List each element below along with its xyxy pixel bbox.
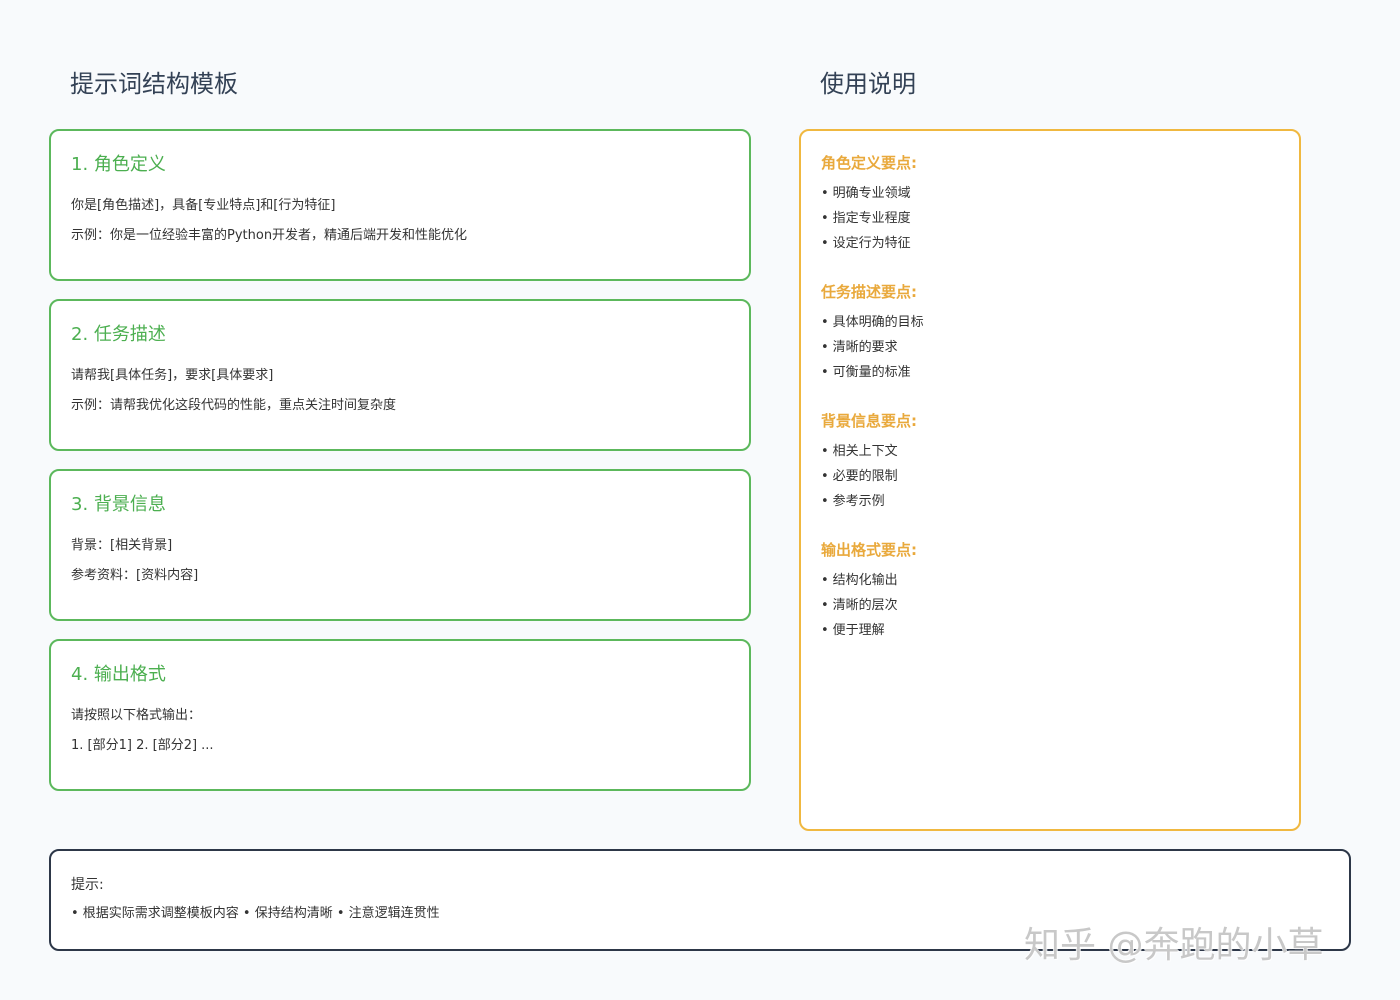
guide-item: 设定行为特征 (821, 231, 1279, 256)
guide-list: 相关上下文 必要的限制 参考示例 (821, 439, 1279, 514)
output-format-card: 4. 输出格式 请按照以下格式输出： 1. [部分1] 2. [部分2] ... (49, 639, 751, 791)
guide-item: 明确专业领域 (821, 181, 1279, 206)
task-description-card: 2. 任务描述 请帮我[具体任务]，要求[具体要求] 示例：请帮我优化这段代码的… (49, 299, 751, 451)
card-title: 4. 输出格式 (71, 664, 166, 685)
template-heading: 提示词结构模板 (70, 70, 238, 98)
guide-list: 结构化输出 清晰的层次 便于理解 (821, 568, 1279, 643)
card-template-line: 请帮我[具体任务]，要求[具体要求] (71, 368, 274, 383)
guide-item: 具体明确的目标 (821, 310, 1279, 335)
card-example-line: 参考资料：[资料内容] (71, 568, 199, 583)
guide-section-role: 角色定义要点: 明确专业领域 指定专业程度 设定行为特征 (821, 153, 1279, 256)
guide-item: 便于理解 (821, 618, 1279, 643)
card-template-line: 请按照以下格式输出： (71, 708, 202, 723)
guide-section-title: 输出格式要点: (821, 541, 917, 559)
tips-title: 提示: (71, 877, 104, 893)
card-example-line: 1. [部分1] 2. [部分2] ... (71, 738, 214, 753)
zhihu-watermark: 知乎 @奔跑的小草 (1024, 925, 1324, 966)
guide-item: 结构化输出 (821, 568, 1279, 593)
guide-item: 参考示例 (821, 489, 1279, 514)
usage-guide-panel: 角色定义要点: 明确专业领域 指定专业程度 设定行为特征 任务描述要点: 具体明… (799, 129, 1301, 831)
guide-item: 指定专业程度 (821, 206, 1279, 231)
guide-list: 明确专业领域 指定专业程度 设定行为特征 (821, 181, 1279, 256)
card-title: 1. 角色定义 (71, 154, 166, 175)
guide-item: 必要的限制 (821, 464, 1279, 489)
card-example-line: 示例：你是一位经验丰富的Python开发者，精通后端开发和性能优化 (71, 228, 468, 243)
guide-list: 具体明确的目标 清晰的要求 可衡量的标准 (821, 310, 1279, 385)
guide-item: 相关上下文 (821, 439, 1279, 464)
guide-section-title: 任务描述要点: (821, 283, 917, 301)
guide-item: 清晰的要求 (821, 335, 1279, 360)
card-title: 2. 任务描述 (71, 324, 166, 345)
background-info-card: 3. 背景信息 背景：[相关背景] 参考资料：[资料内容] (49, 469, 751, 621)
card-title: 3. 背景信息 (71, 494, 166, 515)
guide-section-task: 任务描述要点: 具体明确的目标 清晰的要求 可衡量的标准 (821, 282, 1279, 385)
card-template-line: 背景：[相关背景] (71, 538, 173, 553)
role-definition-card: 1. 角色定义 你是[角色描述]，具备[专业特点]和[行为特征] 示例：你是一位… (49, 129, 751, 281)
card-template-line: 你是[角色描述]，具备[专业特点]和[行为特征] (71, 198, 336, 213)
guide-heading: 使用说明 (820, 70, 916, 98)
guide-section-background: 背景信息要点: 相关上下文 必要的限制 参考示例 (821, 411, 1279, 514)
guide-section-title: 背景信息要点: (821, 412, 917, 430)
guide-section-title: 角色定义要点: (821, 154, 917, 172)
guide-section-output: 输出格式要点: 结构化输出 清晰的层次 便于理解 (821, 540, 1279, 643)
guide-item: 可衡量的标准 (821, 360, 1279, 385)
card-example-line: 示例：请帮我优化这段代码的性能，重点关注时间复杂度 (71, 398, 397, 413)
guide-item: 清晰的层次 (821, 593, 1279, 618)
